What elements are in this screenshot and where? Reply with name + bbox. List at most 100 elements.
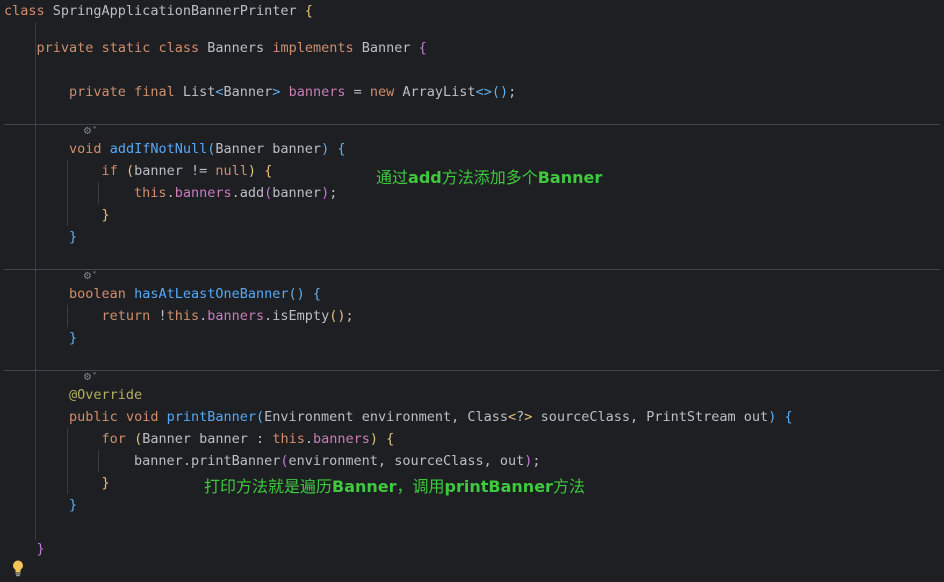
- paren: ): [321, 141, 330, 157]
- brace: {: [337, 141, 346, 157]
- keyword: public: [69, 409, 118, 425]
- paren: (: [134, 431, 143, 447]
- keyword: class: [158, 40, 200, 56]
- param-name: banner: [272, 141, 322, 157]
- code-line[interactable]: }: [4, 205, 110, 225]
- gear-sparkle-icon[interactable]: ⚙˅: [83, 371, 97, 385]
- brace: {: [784, 409, 793, 425]
- code-line[interactable]: void addIfNotNull(Banner banner) {: [4, 139, 346, 159]
- gear-sparkle-icon[interactable]: ⚙˅: [83, 270, 97, 284]
- field-name: banners: [312, 431, 370, 447]
- parens: (): [491, 84, 509, 100]
- code-line[interactable]: private static class Banners implements …: [4, 38, 427, 58]
- keyword: static: [101, 40, 151, 56]
- field-name: banners: [174, 185, 232, 201]
- code-line[interactable]: public void printBanner(Environment envi…: [4, 407, 793, 427]
- paren: ): [247, 163, 257, 179]
- code-line[interactable]: }: [4, 539, 45, 559]
- angle-bracket: >: [524, 409, 533, 425]
- brace: {: [304, 3, 313, 19]
- type-name: List: [182, 84, 216, 100]
- note-text: 打印方法就是遍历: [204, 477, 333, 496]
- keyword: implements: [272, 40, 354, 56]
- keyword: return: [101, 308, 151, 324]
- type-name: Banner: [223, 84, 273, 100]
- param-name: sourceClass: [394, 453, 484, 469]
- keyword: boolean: [69, 286, 126, 302]
- paren: ): [524, 453, 533, 469]
- keyword: new: [369, 84, 395, 100]
- method-call: add: [239, 185, 265, 201]
- brace: {: [312, 286, 322, 302]
- method-name: hasAtLeastOneBanner: [134, 286, 289, 302]
- brace: }: [69, 330, 78, 346]
- brace: {: [264, 163, 273, 179]
- keyword: null: [215, 163, 248, 179]
- keyword: this: [134, 185, 167, 201]
- code-line[interactable]: boolean hasAtLeastOneBanner() {: [4, 284, 321, 304]
- class-name: SpringApplicationBannerPrinter: [52, 3, 297, 19]
- keyword: class: [4, 3, 45, 19]
- code-line[interactable]: }: [4, 328, 77, 348]
- code-line[interactable]: banner.printBanner(environment, sourceCl…: [4, 451, 540, 471]
- code-line[interactable]: @Override: [4, 385, 142, 405]
- diamond: <>: [475, 84, 492, 100]
- paren: ): [321, 185, 330, 201]
- method-name: addIfNotNull: [109, 141, 208, 157]
- parens: (): [329, 308, 346, 324]
- class-name: Banners: [207, 40, 265, 56]
- brace: }: [101, 207, 110, 223]
- angle-bracket: <: [508, 409, 517, 425]
- paren: ): [369, 431, 379, 447]
- annotation-note: 打印方法就是遍历Banner，调用printBanner方法: [204, 476, 585, 498]
- angle-bracket: <: [215, 84, 224, 100]
- type-name: PrintStream: [646, 409, 736, 425]
- keyword: private: [36, 40, 94, 56]
- brace: }: [101, 475, 110, 491]
- annotation-note: 通过add方法添加多个Banner: [376, 167, 602, 189]
- code-line[interactable]: }: [4, 473, 110, 493]
- code-line[interactable]: return !this.banners.isEmpty();: [4, 306, 354, 326]
- type-name: Banner: [142, 431, 191, 447]
- param-name: environment: [361, 409, 452, 425]
- keyword: final: [134, 84, 175, 100]
- note-text-bold: Banner: [332, 477, 397, 496]
- param-name: banner: [272, 185, 322, 201]
- lightbulb-icon[interactable]: [10, 559, 26, 577]
- param-name: out: [743, 409, 769, 425]
- keyword: this: [272, 431, 305, 447]
- param-name: banner: [199, 431, 248, 447]
- paren: (: [280, 453, 289, 469]
- method-call: printBanner: [190, 453, 281, 469]
- code-line[interactable]: if (banner != null) {: [4, 161, 273, 181]
- parens: (): [288, 286, 305, 302]
- code-line[interactable]: }: [4, 227, 77, 247]
- keyword: private: [69, 84, 126, 100]
- keyword: for: [101, 431, 126, 447]
- paren: (: [125, 163, 135, 179]
- angle-bracket: >: [272, 84, 281, 100]
- note-text-bold: Banner: [537, 168, 603, 187]
- keyword: this: [166, 308, 200, 324]
- code-line[interactable]: for (Banner banner : this.banners) {: [4, 429, 395, 449]
- code-line[interactable]: }: [4, 495, 77, 515]
- method-call: isEmpty: [272, 308, 330, 324]
- gear-sparkle-icon[interactable]: ⚙˅: [83, 125, 97, 139]
- note-text: 方法添加多个: [441, 168, 538, 187]
- method-separator: [4, 370, 940, 371]
- code-editor[interactable]: class SpringApplicationBannerPrinter { p…: [0, 0, 944, 582]
- type-name: Banner: [215, 141, 265, 157]
- code-line[interactable]: private final List<Banner> banners = new…: [4, 82, 516, 102]
- method-name: printBanner: [166, 409, 257, 425]
- type-name: ArrayList: [402, 84, 476, 100]
- keyword: void: [125, 409, 159, 425]
- field-name: banners: [207, 308, 265, 324]
- code-line[interactable]: class SpringApplicationBannerPrinter {: [4, 1, 313, 21]
- paren: (: [256, 409, 265, 425]
- brace: {: [386, 431, 395, 447]
- method-separator: [4, 124, 940, 125]
- brace: }: [36, 541, 45, 557]
- type-name: Environment: [264, 409, 354, 425]
- code-line[interactable]: this.banners.add(banner);: [4, 183, 337, 203]
- note-text-bold: add: [408, 168, 442, 187]
